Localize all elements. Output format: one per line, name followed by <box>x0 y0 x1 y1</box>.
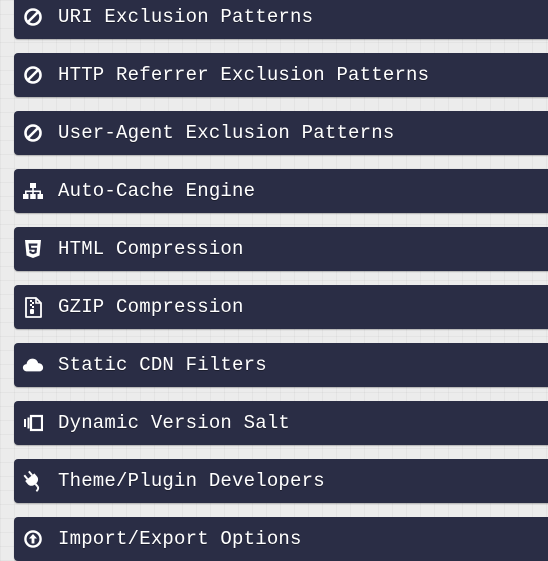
plug-icon <box>22 470 44 492</box>
panel-label: User-Agent Exclusion Patterns <box>58 122 395 144</box>
panel-html-compression[interactable]: HTML Compression <box>14 227 548 271</box>
panel-label: HTML Compression <box>58 238 244 260</box>
panel-label: Import/Export Options <box>58 528 302 550</box>
ban-icon <box>22 122 44 144</box>
panel-http-referrer-exclusion-patterns[interactable]: HTTP Referrer Exclusion Patterns <box>14 53 548 97</box>
sitemap-icon <box>22 180 44 202</box>
html5-icon <box>22 238 44 260</box>
circle-arrow-up-icon <box>22 528 44 550</box>
panel-static-cdn-filters[interactable]: Static CDN Filters <box>14 343 548 387</box>
panel-label: Auto-Cache Engine <box>58 180 256 202</box>
panel-label: Static CDN Filters <box>58 354 267 376</box>
panel-label: HTTP Referrer Exclusion Patterns <box>58 64 430 86</box>
ban-icon <box>22 64 44 86</box>
panel-theme-plugin-developers[interactable]: Theme/Plugin Developers <box>14 459 548 503</box>
panel-user-agent-exclusion-patterns[interactable]: User-Agent Exclusion Patterns <box>14 111 548 155</box>
panel-label: Theme/Plugin Developers <box>58 470 325 492</box>
panel-dynamic-version-salt[interactable]: Dynamic Version Salt <box>14 401 548 445</box>
panel-auto-cache-engine[interactable]: Auto-Cache Engine <box>14 169 548 213</box>
panel-gzip-compression[interactable]: GZIP Compression <box>14 285 548 329</box>
panel-import-export-options[interactable]: Import/Export Options <box>14 517 548 561</box>
panel-label: URI Exclusion Patterns <box>58 6 314 28</box>
version-salt-icon <box>22 412 44 434</box>
panel-label: GZIP Compression <box>58 296 244 318</box>
ban-icon <box>22 6 44 28</box>
panel-label: Dynamic Version Salt <box>58 412 291 434</box>
file-archive-icon <box>22 296 44 318</box>
cloud-icon <box>22 354 44 376</box>
panel-uri-exclusion-patterns[interactable]: URI Exclusion Patterns <box>14 0 548 39</box>
